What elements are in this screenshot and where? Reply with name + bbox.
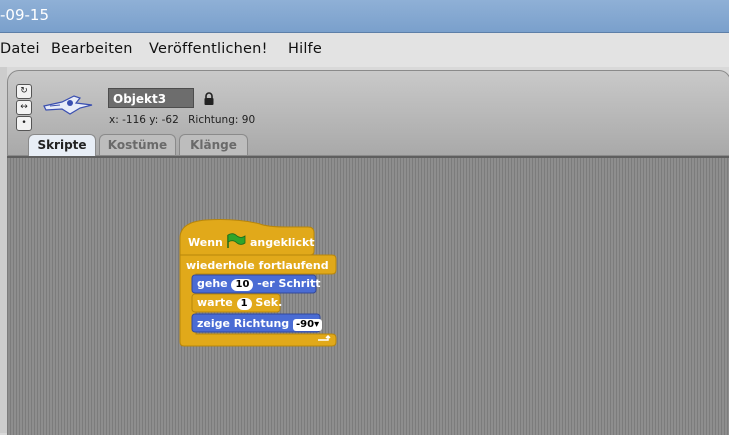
y-label: y: [149,114,159,126]
x-label: x: [109,114,119,126]
direction-dropdown[interactable]: -90▾ [293,319,323,331]
flip-left-right-icon[interactable]: ↔ [16,100,32,115]
move-block-label[interactable]: gehe 10 -er Schritt [197,277,321,291]
tab-klaenge[interactable]: Klänge [179,134,248,155]
move-prefix-label: gehe [197,277,228,290]
tab-kostueme[interactable]: Kostüme [99,134,176,155]
direction-label: Richtung: [188,114,239,126]
window-titlebar: -09-15 [0,0,729,33]
menu-veroeffentlichen[interactable]: Veröffentlichen! [149,41,268,57]
menu-hilfe[interactable]: Hilfe [288,41,322,57]
direction-dropdown-value: -90 [296,319,315,330]
sprite-thumbnail [43,95,93,115]
window-title: -09-15 [0,6,49,24]
rotate-any-icon[interactable]: ↻ [16,84,32,99]
move-suffix-label: -er Schritt [257,277,321,290]
menu-datei[interactable]: Datei [0,41,40,57]
green-flag-icon [227,233,246,248]
point-label: zeige Richtung [197,317,290,330]
menu-bar: Datei Bearbeiten Veröffentlichen! Hilfe [0,33,729,67]
point-block-label[interactable]: zeige Richtung -90▾ [197,317,323,331]
sprite-coordinates: x: -116 y: -62 Richtung: 90 [109,114,255,126]
script-area[interactable] [7,156,729,435]
wait-suffix-label: Sek. [255,296,283,309]
move-steps-input[interactable]: 10 [231,279,254,291]
menu-bearbeiten[interactable]: Bearbeiten [51,41,133,57]
wait-prefix-label: warte [197,296,233,309]
hat-prefix-label: Wenn [188,236,223,249]
left-gutter [0,67,7,433]
no-rotate-icon[interactable]: • [16,116,32,131]
tab-skripte[interactable]: Skripte [28,134,96,156]
lock-icon[interactable] [203,92,215,106]
hat-suffix-label: angeklickt [250,236,315,249]
direction-value: 90 [241,114,256,126]
y-value: -62 [161,114,179,126]
x-value: -116 [122,114,146,126]
wait-block-label[interactable]: warte 1 Sek. [197,296,282,310]
forever-label: wiederhole fortlaufend [186,259,329,272]
sprite-name-field[interactable]: Objekt3 [108,88,194,108]
wait-secs-input[interactable]: 1 [236,298,252,310]
